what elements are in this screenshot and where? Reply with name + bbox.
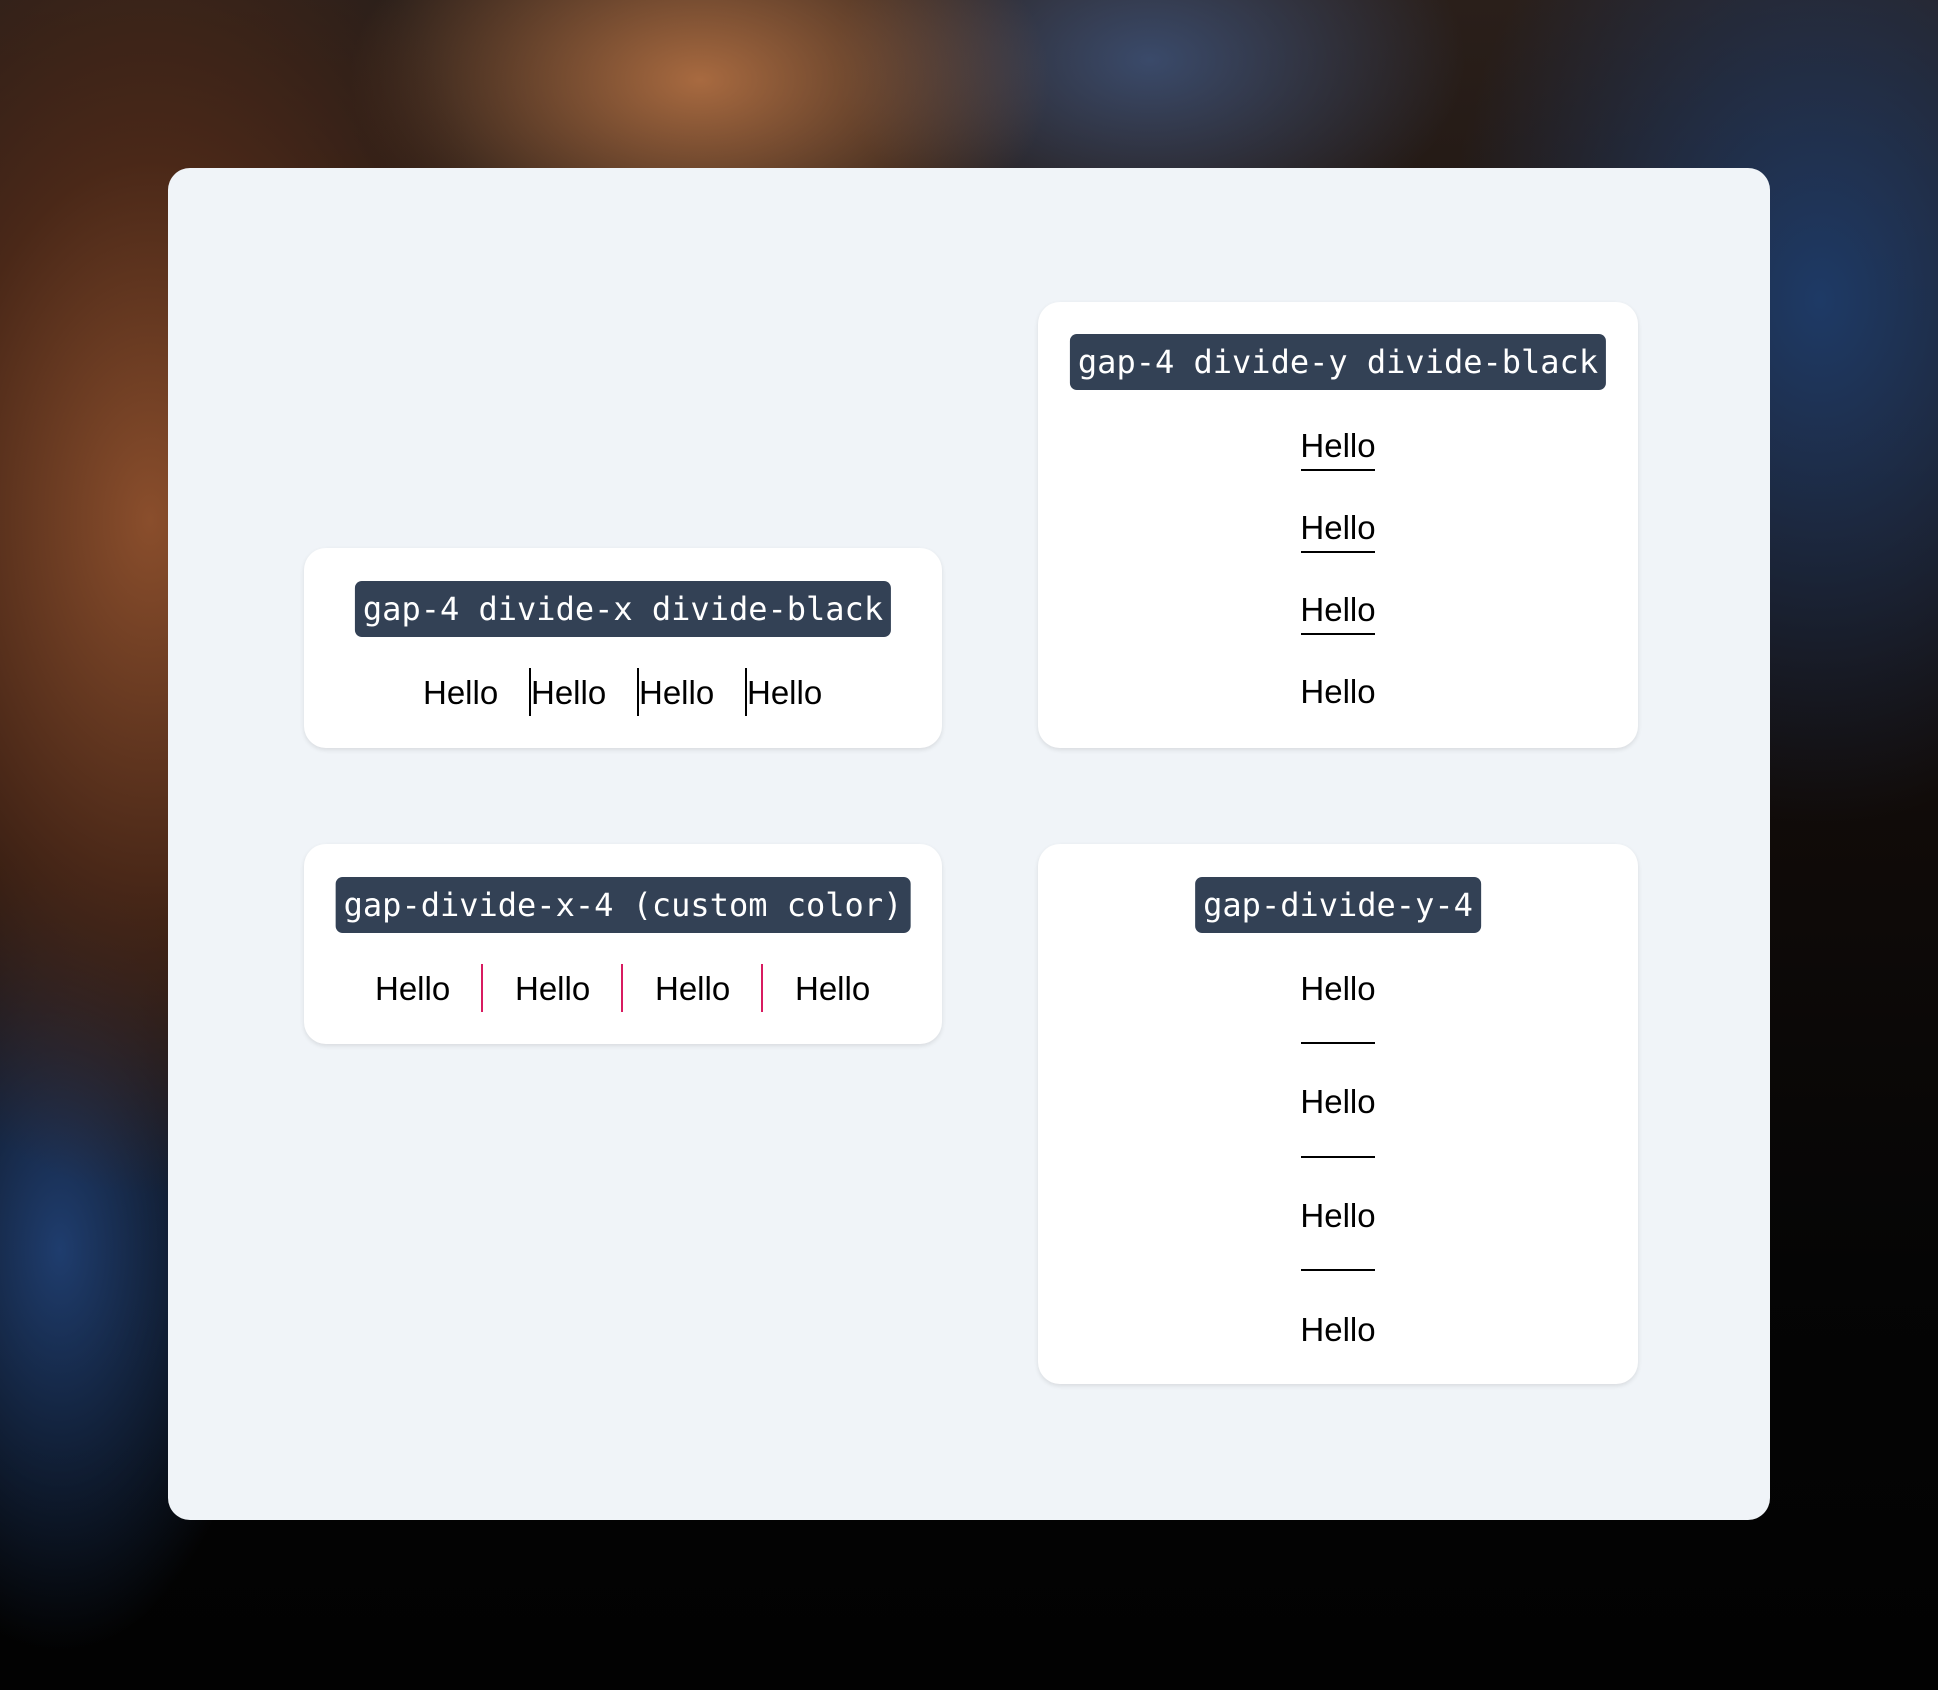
list-item: Hello	[1300, 673, 1376, 710]
list-item: Hello	[747, 674, 823, 711]
divider	[1301, 551, 1375, 553]
list-item: Hello	[1300, 509, 1376, 546]
class-label: gap-4 divide-x divide-black	[354, 581, 892, 637]
divider	[1301, 1269, 1375, 1271]
list-item: Hello	[655, 970, 731, 1007]
class-label: gap-divide-x-4 (custom color)	[335, 877, 911, 933]
list-item: Hello	[1300, 970, 1376, 1007]
class-label: gap-divide-y-4	[1195, 877, 1481, 933]
list-item: Hello	[795, 970, 871, 1007]
list-item: Hello	[639, 674, 715, 711]
card-divide-x: gap-4 divide-x divide-black Hello Hello …	[304, 548, 942, 748]
demo-panel: gap-4 divide-x divide-black Hello Hello …	[168, 168, 1770, 1520]
divider	[761, 964, 763, 1012]
divider	[1301, 1042, 1375, 1044]
divider	[1301, 633, 1375, 635]
list-item: Hello	[515, 970, 591, 1007]
card-divide-y: gap-4 divide-y divide-black Hello Hello …	[1038, 302, 1638, 748]
list-item: Hello	[1300, 591, 1376, 628]
list-item: Hello	[1300, 1311, 1376, 1348]
card-gap-divide-y: gap-divide-y-4 Hello Hello Hello Hello	[1038, 844, 1638, 1384]
list-item: Hello	[423, 674, 499, 711]
divider	[621, 964, 623, 1012]
list-item: Hello	[375, 970, 451, 1007]
list-item: Hello	[1300, 1197, 1376, 1234]
divider	[481, 964, 483, 1012]
divider	[1301, 1156, 1375, 1158]
divider	[1301, 469, 1375, 471]
card-gap-divide-x: gap-divide-x-4 (custom color) Hello Hell…	[304, 844, 942, 1044]
list-item: Hello	[531, 674, 607, 711]
list-item: Hello	[1300, 1083, 1376, 1120]
list-item: Hello	[1300, 427, 1376, 464]
class-label: gap-4 divide-y divide-black	[1069, 334, 1607, 390]
